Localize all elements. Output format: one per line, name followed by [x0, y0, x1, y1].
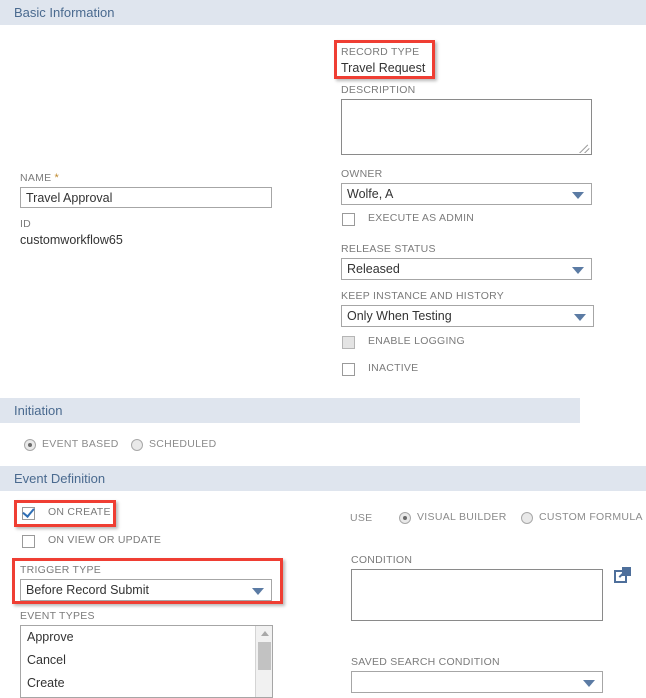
inactive-checkbox[interactable]	[342, 363, 355, 376]
radio-dot-icon	[403, 516, 407, 520]
trigger-type-label: TRIGGER TYPE	[20, 564, 101, 576]
chevron-down-icon[interactable]	[574, 314, 586, 321]
visual-builder-label: VISUAL BUILDER	[417, 511, 507, 523]
event-based-radio[interactable]	[24, 439, 36, 451]
trigger-type-field: TRIGGER TYPE Before Record Submit	[20, 564, 272, 601]
on-create-label: ON CREATE	[48, 506, 111, 518]
scrollbar-thumb[interactable]	[258, 642, 271, 670]
enable-logging-checkbox[interactable]	[342, 336, 355, 349]
keep-instance-and-history-label: KEEP INSTANCE AND HISTORY	[341, 290, 505, 302]
chevron-down-icon[interactable]	[583, 680, 595, 687]
keep-instance-and-history-selected-value: Only When Testing	[347, 309, 452, 323]
description-field: DESCRIPTION	[341, 84, 592, 155]
name-label: NAME *	[20, 172, 272, 184]
release-status-select[interactable]: Released	[341, 258, 592, 280]
section-title-basic-information: Basic Information	[14, 5, 115, 20]
section-header-initiation: Initiation	[0, 398, 580, 423]
inactive-label: INACTIVE	[368, 362, 419, 374]
condition-textarea[interactable]	[351, 569, 603, 621]
external-link-icon[interactable]	[614, 567, 631, 584]
description-label: DESCRIPTION	[341, 84, 416, 96]
release-status-label: RELEASE STATUS	[341, 243, 436, 255]
event-types-field: EVENT TYPES Approve Cancel Create	[20, 610, 273, 698]
execute-as-admin-label: EXECUTE AS ADMIN	[368, 212, 475, 224]
section-title-initiation: Initiation	[14, 403, 63, 418]
use-label: USE	[350, 512, 373, 524]
name-field: NAME *	[20, 172, 272, 208]
event-based-label: EVENT BASED	[42, 438, 119, 450]
check-icon	[22, 505, 35, 518]
on-view-or-update-label: ON VIEW OR UPDATE	[48, 534, 162, 546]
execute-as-admin-checkbox[interactable]	[342, 213, 355, 226]
record-type-label: RECORD TYPE	[341, 46, 420, 58]
chevron-down-icon[interactable]	[252, 588, 264, 595]
saved-search-condition-select[interactable]	[351, 671, 603, 693]
release-status-field: RELEASE STATUS Released	[341, 243, 592, 280]
scheduled-radio[interactable]	[131, 439, 143, 451]
event-types-scrollbar[interactable]	[255, 626, 272, 697]
saved-search-condition-label: SAVED SEARCH CONDITION	[351, 656, 500, 668]
resize-grip-icon[interactable]	[579, 142, 590, 153]
section-header-event-definition: Event Definition	[0, 466, 646, 491]
owner-select[interactable]: Wolfe, A	[341, 183, 592, 205]
on-view-or-update-checkbox[interactable]	[22, 535, 35, 548]
on-create-checkbox[interactable]	[22, 505, 35, 520]
name-input[interactable]	[20, 187, 272, 208]
description-textarea[interactable]	[341, 99, 592, 155]
enable-logging-label: ENABLE LOGGING	[368, 335, 465, 347]
condition-label: CONDITION	[351, 554, 413, 566]
id-value: customworkflow65	[20, 233, 123, 247]
owner-selected-value: Wolfe, A	[347, 187, 394, 201]
section-header-basic-information: Basic Information	[0, 0, 646, 25]
custom-formula-label: CUSTOM FORMULA	[539, 511, 643, 523]
keep-instance-and-history-select[interactable]: Only When Testing	[341, 305, 594, 327]
custom-formula-radio[interactable]	[521, 512, 533, 524]
required-marker: *	[54, 172, 60, 184]
section-title-event-definition: Event Definition	[14, 471, 106, 486]
owner-field: OWNER Wolfe, A	[341, 168, 592, 205]
event-types-listbox[interactable]: Approve Cancel Create	[20, 625, 273, 698]
record-type-value: Travel Request	[341, 61, 426, 75]
list-item[interactable]: Approve	[21, 626, 272, 649]
condition-field: CONDITION	[351, 554, 603, 621]
radio-dot-icon	[28, 443, 32, 447]
saved-search-condition-field: SAVED SEARCH CONDITION	[351, 656, 603, 693]
external-link-arrow	[622, 567, 631, 576]
event-types-label: EVENT TYPES	[20, 610, 95, 622]
keep-instance-and-history-field: KEEP INSTANCE AND HISTORY Only When Test…	[341, 290, 594, 327]
chevron-down-icon[interactable]	[572, 267, 584, 274]
release-status-selected-value: Released	[347, 262, 400, 276]
chevron-down-icon[interactable]	[572, 192, 584, 199]
id-label: ID	[20, 218, 31, 230]
record-type-field: RECORD TYPE Travel Request	[341, 46, 425, 75]
trigger-type-selected-value: Before Record Submit	[26, 583, 149, 597]
name-label-text: NAME	[20, 172, 52, 184]
scheduled-label: SCHEDULED	[149, 438, 217, 450]
list-item[interactable]: Create	[21, 672, 272, 695]
trigger-type-select[interactable]: Before Record Submit	[20, 579, 272, 601]
id-field: ID customworkflow65	[20, 218, 123, 247]
visual-builder-radio[interactable]	[399, 512, 411, 524]
list-item[interactable]: Cancel	[21, 649, 272, 672]
scroll-up-arrow-icon[interactable]	[261, 631, 269, 636]
owner-label: OWNER	[341, 168, 383, 180]
